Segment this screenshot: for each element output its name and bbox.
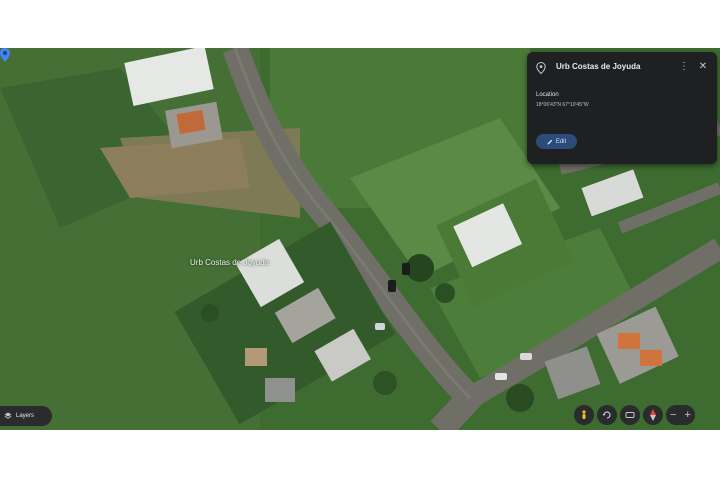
edit-label: Edit [555, 138, 567, 145]
place-label[interactable]: Urb Costas de Joyuda [190, 258, 269, 267]
pencil-icon [547, 139, 553, 144]
close-icon[interactable]: ✕ [697, 60, 709, 74]
more-vert-icon[interactable]: ⋮ [679, 60, 689, 74]
place-pin-icon [536, 62, 546, 74]
coordinates-text[interactable]: 18°06'43"N 67°10'45"W [536, 102, 589, 108]
place-title: Urb Costas de Joyuda [556, 62, 641, 71]
tilt-icon[interactable] [620, 405, 640, 425]
pegman-icon[interactable] [574, 405, 594, 425]
zoom-out-button[interactable]: − [670, 409, 676, 421]
location-label: Location [536, 92, 559, 98]
layers-icon [4, 412, 12, 419]
rotate-icon[interactable] [597, 405, 617, 425]
location-pin-icon[interactable] [0, 48, 10, 62]
layers-label: Layers [16, 413, 35, 419]
map-controls: − + [574, 404, 695, 426]
layers-button[interactable]: Layers [0, 406, 52, 426]
zoom-in-button[interactable]: + [684, 409, 690, 421]
zoom-controls: − + [666, 405, 695, 425]
edit-button[interactable]: Edit [536, 134, 577, 149]
place-info-card: Urb Costas de Joyuda ⋮ ✕ Location 18°06'… [527, 52, 717, 164]
compass-icon[interactable] [643, 405, 663, 425]
